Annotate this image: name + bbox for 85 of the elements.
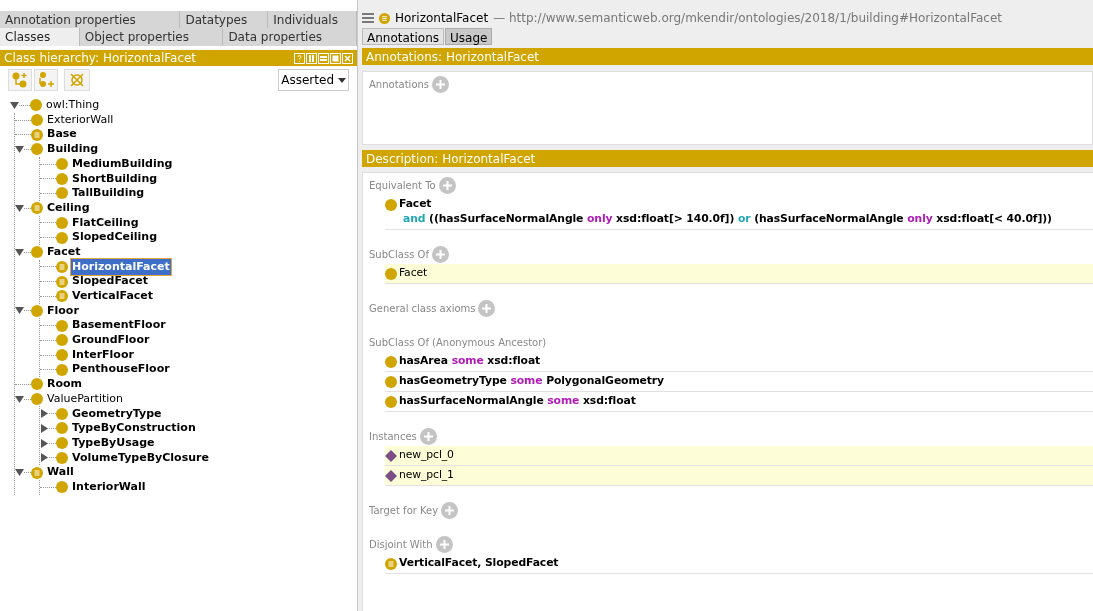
panel-title: Annotations: HorizontalFacet [366, 48, 540, 66]
section-title: Equivalent To [369, 178, 436, 193]
add-icon[interactable] [438, 176, 456, 194]
add-subclass-button[interactable] [8, 69, 32, 91]
maximize-icon[interactable] [330, 52, 341, 64]
expanded-toggle-icon[interactable] [10, 100, 19, 110]
add-subclass-icon [11, 71, 29, 89]
entity-iri: — http://www.semanticweb.org/mkendir/ontologies/2018/1/building#HorizontalFacet [493, 10, 1003, 27]
hierarchy-mode-dropdown[interactable]: Asserted [278, 69, 349, 91]
delete-class-button[interactable] [64, 69, 90, 91]
expanded-toggle-icon[interactable] [15, 203, 24, 213]
collapsed-toggle-icon[interactable] [40, 438, 49, 448]
help-icon[interactable] [294, 52, 305, 64]
tab[interactable]: Usage [445, 28, 493, 45]
tree-item[interactable]: InterFloor [72, 346, 134, 364]
close-icon[interactable] [342, 52, 353, 64]
collapsed-toggle-icon[interactable] [40, 423, 49, 433]
panel-title: Description: HorizontalFacet [366, 150, 536, 168]
tree-item[interactable]: VerticalFacet [72, 288, 154, 305]
collapsed-toggle-icon[interactable] [40, 453, 49, 463]
section-title: SubClass Of (Anonymous Ancestor) [369, 335, 547, 350]
delete-icon [68, 71, 86, 89]
tree-item[interactable]: owl:Thing [46, 97, 100, 114]
axiom-text: and ((hasSurfaceNormalAngle only xsd:float[> 140.0f]) or (hasSurfaceNormalAngle only xsd:float[< 40.0f])) [403, 211, 1052, 228]
tree-item[interactable]: MediumBuilding [72, 155, 173, 173]
split-icon[interactable] [306, 52, 317, 64]
tree-item[interactable]: Base [47, 126, 77, 143]
add-sibling-button[interactable] [34, 69, 58, 91]
panel-title: Class hierarchy: HorizontalFacet [4, 50, 197, 67]
section-title: Disjoint With [369, 537, 433, 552]
add-icon[interactable] [441, 501, 459, 519]
tree-item[interactable]: Wall [47, 464, 74, 481]
tree-item[interactable]: Facet [47, 243, 81, 261]
tree-item[interactable]: VolumeTypeByClosure [72, 449, 209, 467]
axiom-text: Facet [399, 196, 432, 213]
collapsed-toggle-icon[interactable] [40, 409, 49, 419]
tree-item[interactable]: TypeByConstruction [72, 420, 196, 437]
add-icon[interactable] [431, 245, 449, 263]
axiom-text: new_pcl_1 [399, 467, 454, 484]
tree-item[interactable]: ShortBuilding [72, 170, 158, 188]
tree-item[interactable]: TallBuilding [72, 185, 145, 202]
tree-item[interactable]: Building [47, 141, 99, 158]
expanded-toggle-icon[interactable] [15, 306, 24, 316]
tree-item[interactable]: ExteriorWall [47, 111, 114, 129]
axiom-text: new_pcl_0 [399, 447, 454, 464]
tree-item[interactable]: TypeByUsage [72, 434, 155, 452]
tree-item[interactable]: ValuePartition [47, 390, 124, 408]
caret-icon [338, 77, 346, 83]
entity-name: HorizontalFacet [395, 10, 489, 27]
section-title: Annotations [369, 78, 430, 92]
tree-item[interactable]: SlopedFacet [72, 273, 148, 290]
tree-item[interactable]: Floor [47, 302, 79, 320]
tree-item[interactable]: Room [47, 376, 83, 393]
defined-class-icon [379, 12, 390, 24]
add-icon[interactable] [435, 535, 453, 553]
add-icon[interactable] [478, 299, 496, 317]
expanded-toggle-icon[interactable] [15, 144, 24, 154]
expanded-toggle-icon[interactable] [15, 247, 24, 257]
axiom-text: hasSurfaceNormalAngle some xsd:float [399, 393, 636, 410]
section-title: Instances [369, 429, 417, 444]
tree-item[interactable]: GeometryType [72, 405, 162, 423]
tree-item[interactable]: GroundFloor [72, 332, 150, 349]
add-sibling-icon [37, 71, 55, 89]
add-icon[interactable] [432, 76, 450, 93]
menu-icon[interactable] [362, 13, 374, 23]
axiom-text: hasGeometryType some PolygonalGeometry [399, 373, 665, 390]
section-title: SubClass Of [369, 247, 429, 262]
tree-item[interactable]: PenthouseFloor [72, 361, 170, 378]
add-icon[interactable] [419, 427, 437, 445]
tree-item[interactable]: HorizontalFacet [71, 258, 171, 276]
axiom-text: hasArea some xsd:float [399, 353, 541, 370]
tree-item[interactable]: BasementFloor [72, 317, 166, 334]
section-title: Target for Key [369, 503, 439, 518]
expanded-toggle-icon[interactable] [15, 394, 24, 404]
tab[interactable]: Classes [0, 28, 80, 46]
axiom-text: VerticalFacet, SlopedFacet [399, 555, 559, 572]
tree-item[interactable]: Ceiling [47, 199, 90, 217]
tab[interactable]: Annotations [362, 28, 445, 45]
tree-item[interactable]: InteriorWall [72, 478, 146, 496]
minimize-icon[interactable] [318, 52, 329, 64]
section-title: General class axioms [369, 301, 476, 316]
axiom-text: Facet [399, 265, 428, 282]
expanded-toggle-icon[interactable] [15, 468, 24, 478]
tree-item[interactable]: FlatCeiling [72, 214, 139, 232]
tree-item[interactable]: SlopedCeiling [72, 229, 157, 246]
